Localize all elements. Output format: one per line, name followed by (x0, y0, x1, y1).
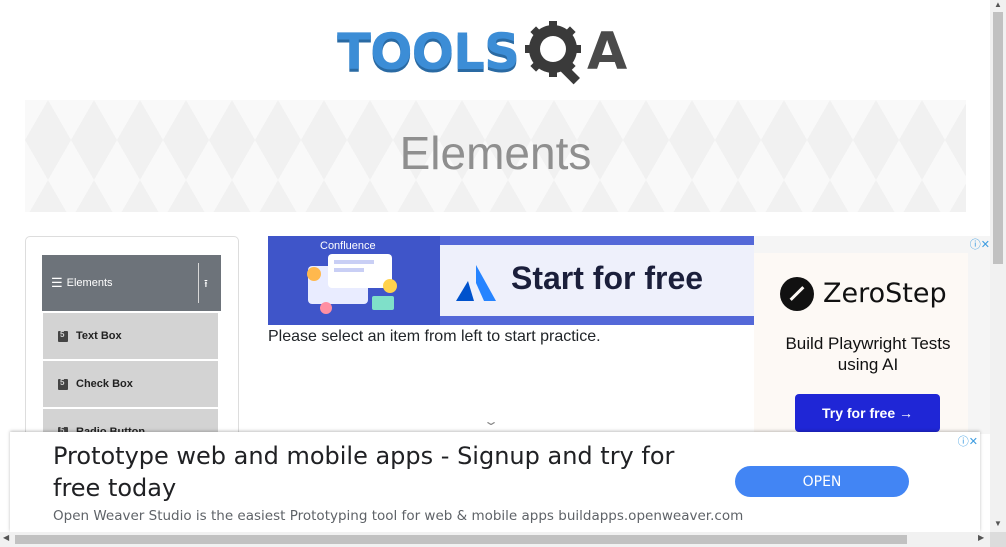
zerostep-name: ZeroStep (823, 278, 947, 309)
html5-icon (58, 378, 68, 390)
adchoices-icon[interactable]: ⓘ✕ (970, 236, 990, 252)
zerostep-ad[interactable]: ⓘ✕ ZeroStep Build Playwright Tests using… (754, 236, 990, 434)
ad-cta-text: Start for free (511, 260, 704, 296)
horizontal-scrollbar[interactable]: ◀ ▶ (0, 532, 990, 547)
toolsqa-logo[interactable]: TOOLS A (337, 14, 627, 90)
menu-item-text-box[interactable]: Text Box (43, 313, 218, 361)
horizontal-scroll-thumb[interactable] (15, 535, 907, 544)
scroll-right-arrow-icon[interactable]: ▶ (978, 533, 984, 542)
try-for-free-button[interactable]: Try for free → (795, 394, 940, 432)
scroll-up-arrow-icon[interactable]: ▲ (994, 0, 1002, 9)
ad-illustration: Confluence (268, 236, 440, 325)
left-panel: ☰ Elements ⭱ Text Box Check Box Radio Bu… (25, 236, 239, 458)
zerostep-tagline: Build Playwright Tests using AI (785, 334, 951, 374)
ad-subtext: Open Weaver Studio is the easiest Protot… (53, 508, 744, 524)
ad-headline[interactable]: Prototype web and mobile apps - Signup a… (53, 440, 713, 504)
scroll-left-arrow-icon[interactable]: ◀ (3, 533, 9, 542)
zerostep-logo-icon (780, 277, 814, 311)
scrollbar-corner (990, 532, 1006, 547)
scroll-down-arrow-icon[interactable]: ▼ (994, 519, 1002, 528)
elements-group-header[interactable]: ☰ Elements ⭱ (42, 255, 221, 311)
adchoices-icon[interactable]: ⓘ✕ (958, 433, 978, 449)
html5-icon (58, 330, 68, 342)
vertical-scrollbar[interactable]: ▲ ▼ (990, 0, 1006, 532)
gear-magnifier-icon (523, 19, 589, 85)
bottom-ad[interactable]: ⓘ✕ Prototype web and mobile apps - Signu… (10, 432, 980, 532)
ad-cta-panel: Start for free (440, 245, 756, 316)
menu-item-check-box[interactable]: Check Box (43, 361, 218, 409)
atlassian-icon (456, 265, 496, 301)
header-divider (198, 263, 199, 303)
menu-item-label: Text Box (76, 330, 122, 342)
page: TOOLS A Elements ☰ Elements ⭱ 5 Text Box… (0, 0, 990, 532)
page-banner: Elements (25, 100, 966, 212)
hamburger-icon: ☰ (51, 275, 63, 290)
open-button[interactable]: OPEN (735, 466, 909, 497)
confluence-brand: Confluence (320, 240, 376, 252)
logo-tools-text: TOOLS (337, 23, 520, 81)
page-title: Elements (399, 127, 592, 179)
logo-a-text: A (587, 22, 628, 82)
menu-item-label: Check Box (76, 378, 133, 390)
collapse-up-icon[interactable]: ⭱ (204, 275, 208, 294)
chevron-down-icon: ⌄ (482, 414, 500, 428)
practice-instruction: Please select an item from left to start… (268, 328, 601, 345)
group-header-label: Elements (66, 277, 113, 289)
vertical-scroll-thumb[interactable] (993, 12, 1003, 264)
